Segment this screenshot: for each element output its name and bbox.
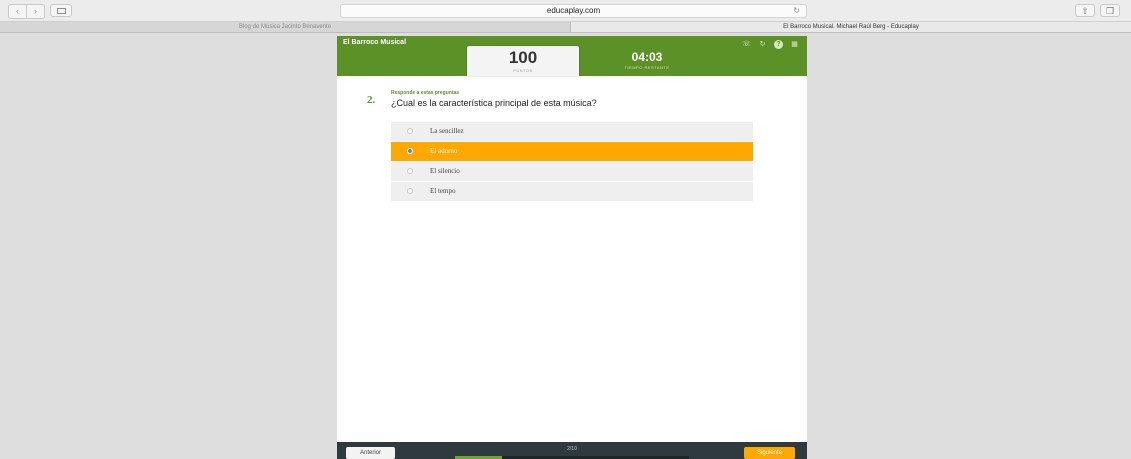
show-tabs-button[interactable]: ❐ [1100, 4, 1120, 17]
restart-icon[interactable]: ↻ [758, 40, 767, 49]
answer-label: El adorno [430, 147, 458, 155]
points-value: 100 [508, 48, 538, 67]
next-button[interactable]: Siguiente [744, 447, 795, 459]
tab-educaplay[interactable]: El Barroco Musical. Michael Raúl Berg - … [570, 22, 1131, 32]
answer-list: La sencillez El adorno El silencio El te… [391, 122, 753, 202]
sound-icon[interactable]: ☏ [742, 40, 751, 49]
radio-button-checked[interactable] [407, 148, 413, 154]
radio-button[interactable] [407, 168, 413, 174]
nav-buttons: ‹ › [8, 4, 45, 19]
tab-bar: Blog de Música Jacinto Benavente El Barr… [0, 22, 1131, 33]
radio-button[interactable] [407, 188, 413, 194]
answer-option[interactable]: El silencio [391, 162, 753, 181]
activity-footer: Anterior 2/10 Siguiente [337, 442, 807, 459]
question-text: ¿Cual es la característica principal de … [391, 98, 597, 108]
points-label: PUNTOS [513, 68, 533, 73]
help-icon[interactable]: ? [774, 40, 783, 49]
question-number: 2. [367, 94, 376, 106]
radio-button[interactable] [407, 128, 413, 134]
timer-box: 04:03 TIEMPO RESTANTE [592, 50, 702, 70]
sidebar-toggle-button[interactable] [50, 4, 72, 17]
answer-option[interactable]: La sencillez [391, 122, 753, 141]
forward-button[interactable]: › [27, 4, 45, 19]
url-text: educaplay.com [546, 6, 601, 15]
browser-toolbar: ‹ › educaplay.com ↻ ⇧ ❐ [0, 0, 1131, 22]
answer-label: El tempo [430, 187, 456, 195]
fullscreen-icon[interactable]: ▦ [790, 40, 799, 49]
answer-label: La sencillez [430, 127, 464, 135]
points-box: 100 PUNTOS [467, 46, 579, 76]
activity-title: El Barroco Musical [343, 39, 407, 46]
sidebar-icon [57, 8, 66, 14]
answer-label: El silencio [430, 167, 460, 175]
activity-frame: El Barroco Musical 100 PUNTOS 04:03 TIEM… [337, 36, 807, 459]
timer-value: 04:03 [631, 50, 663, 64]
question-counter: 2/10 [567, 446, 577, 452]
activity-header: El Barroco Musical 100 PUNTOS 04:03 TIEM… [337, 36, 807, 76]
answer-option[interactable]: El tempo [391, 182, 753, 201]
answer-option-selected[interactable]: El adorno [391, 142, 753, 161]
timer-label: TIEMPO RESTANTE [624, 65, 670, 70]
back-button[interactable]: ‹ [8, 4, 27, 19]
address-bar[interactable]: educaplay.com ↻ [340, 4, 807, 18]
reload-icon[interactable]: ↻ [793, 5, 800, 17]
tab-blog[interactable]: Blog de Música Jacinto Benavente [0, 22, 570, 32]
previous-button[interactable]: Anterior [346, 447, 395, 459]
header-icons: ☏ ↻ ? ▦ [742, 40, 799, 49]
question-instruction: Responde a estas preguntas [391, 90, 460, 96]
share-button[interactable]: ⇧ [1075, 4, 1095, 17]
